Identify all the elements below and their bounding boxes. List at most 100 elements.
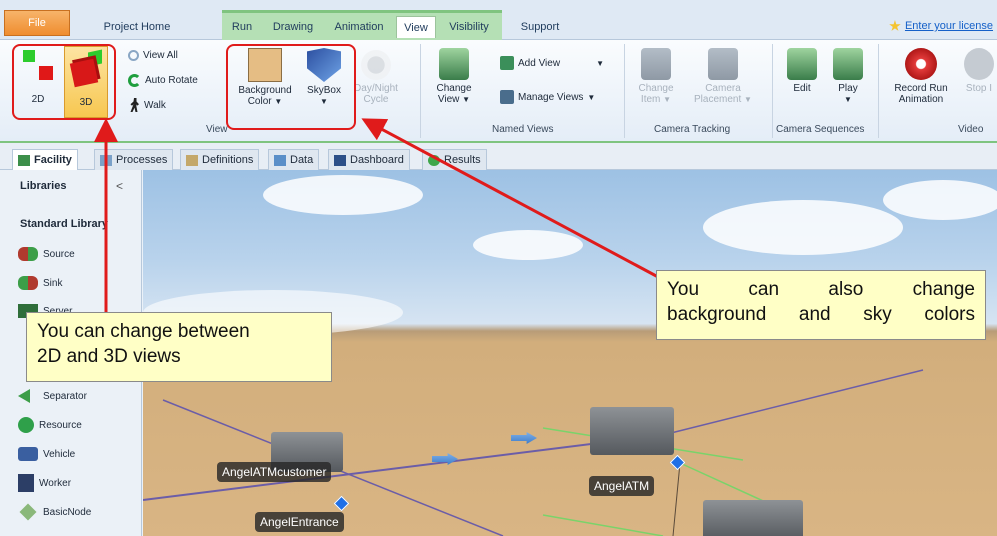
manage-views-button[interactable]: Manage Views ▼: [500, 90, 595, 104]
library-item-resource[interactable]: Resource: [18, 414, 82, 436]
tab-definitions[interactable]: Definitions: [180, 149, 260, 170]
stop-icon: [964, 48, 994, 80]
group-separator: [420, 44, 421, 138]
record-icon: [905, 48, 937, 80]
stop-recording-button[interactable]: Stop I: [962, 48, 996, 94]
change-item-label-1: Change: [638, 83, 674, 94]
change-view-button[interactable]: Change View ▼: [432, 48, 476, 105]
camera-placement-label-1: Camera: [705, 83, 741, 94]
tab-support[interactable]: Support: [510, 16, 570, 38]
walk-icon: [130, 98, 139, 112]
tab-data-label: Data: [290, 154, 314, 166]
library-item-vehicle[interactable]: Vehicle: [18, 443, 75, 465]
view-group-label: View: [206, 124, 228, 135]
play-sequence-icon: [833, 48, 863, 80]
play-sequence-button[interactable]: Play ▼: [828, 48, 868, 105]
auto-rotate-label: Auto Rotate: [145, 75, 198, 86]
record-label-2: Animation: [898, 94, 944, 105]
tab-animation[interactable]: Animation: [326, 16, 392, 38]
ribbon-tab-strip: File Project Home Run Drawing Animation …: [0, 0, 997, 40]
library-item-source[interactable]: Source: [18, 243, 75, 265]
highlight-background-skybox: [226, 44, 356, 130]
library-item-label: Vehicle: [43, 448, 76, 460]
tab-definitions-label: Definitions: [202, 154, 254, 166]
change-view-label-2: View ▼: [437, 94, 471, 105]
library-item-separator[interactable]: Separator: [18, 385, 87, 407]
day-night-cycle-button[interactable]: Day/Night Cycle: [354, 50, 398, 105]
library-item-label: Separator: [43, 390, 87, 402]
license-link[interactable]: Enter your license: [889, 20, 993, 32]
separator-icon: [18, 389, 30, 403]
machine-object[interactable]: [703, 500, 803, 536]
tab-results[interactable]: Results: [422, 149, 487, 170]
group-separator: [624, 44, 625, 138]
callout-right-line-1: You can also change: [667, 279, 975, 300]
library-item-label: Source: [43, 248, 75, 260]
processes-icon: [100, 154, 112, 166]
document-tabs: Facility Processes Definitions Data Dash…: [0, 143, 997, 170]
callout-background-sky: You can also change background and sky c…: [656, 270, 986, 340]
change-view-label-1: Change: [436, 83, 472, 94]
worker-icon: [18, 474, 34, 492]
named-views-group-label: Named Views: [492, 124, 554, 135]
change-item-button[interactable]: Change Item ▼: [634, 48, 678, 105]
tab-results-label: Results: [444, 154, 481, 166]
tab-run[interactable]: Run: [224, 16, 260, 38]
walk-button[interactable]: Walk: [130, 98, 166, 112]
camera-placement-button[interactable]: Camera Placement ▼: [690, 48, 756, 105]
tab-dashboard[interactable]: Dashboard: [328, 149, 410, 170]
label-angel-atm[interactable]: AngelATM: [589, 476, 655, 496]
edit-sequence-button[interactable]: Edit: [782, 48, 822, 94]
tab-processes[interactable]: Processes: [94, 149, 174, 170]
callout-right-line-2: background and sky colors: [667, 304, 975, 325]
edit-sequence-label: Edit: [793, 83, 811, 94]
file-tab[interactable]: File: [4, 10, 70, 36]
tab-drawing[interactable]: Drawing: [264, 16, 322, 38]
definitions-icon: [186, 154, 198, 166]
library-item-label: Worker: [39, 477, 72, 489]
ribbon: 2D 3D View All Auto Rotate Walk Backgrou…: [0, 40, 997, 143]
chevron-down-icon: ▼: [844, 95, 852, 104]
tab-view[interactable]: View: [396, 16, 436, 38]
auto-rotate-button[interactable]: Auto Rotate: [128, 74, 198, 87]
label-angel-entrance[interactable]: AngelEntrance: [255, 512, 344, 532]
node-diamond-icon[interactable]: [333, 495, 350, 512]
tab-facility[interactable]: Facility: [12, 149, 78, 170]
group-separator: [772, 44, 773, 138]
camera-placement-label-2: Placement ▼: [694, 94, 752, 105]
label-angel-atm-customer[interactable]: AngelATMcustomer: [217, 462, 332, 482]
view-all-button[interactable]: View All: [128, 50, 178, 61]
library-item-label: Sink: [43, 277, 63, 289]
tab-processes-label: Processes: [116, 154, 168, 166]
basic-node-icon: [19, 503, 37, 521]
tab-facility-label: Facility: [34, 154, 72, 166]
facility-icon: [18, 154, 30, 166]
atm-object[interactable]: [590, 407, 674, 455]
library-item-worker[interactable]: Worker: [18, 472, 71, 494]
sink-icon: [18, 276, 38, 290]
collapse-sidebar-button[interactable]: <: [116, 179, 123, 193]
path-arrow-icon: [432, 453, 458, 465]
standard-library-header: Standard Library: [20, 218, 109, 230]
group-separator: [878, 44, 879, 138]
cloud: [263, 175, 423, 215]
sun-icon: [361, 50, 391, 80]
edit-sequence-icon: [787, 48, 817, 80]
add-view-button[interactable]: Add View ▼: [500, 56, 604, 70]
manage-views-label: Manage Views: [518, 91, 584, 103]
tab-visibility[interactable]: Visibility: [440, 16, 498, 38]
cloud: [883, 180, 997, 220]
library-item-sink[interactable]: Sink: [18, 272, 62, 294]
walk-label: Walk: [144, 99, 166, 111]
path-arrow-icon: [511, 432, 537, 444]
tab-project-home[interactable]: Project Home: [92, 16, 182, 38]
node-diamond-icon[interactable]: [669, 454, 686, 471]
record-label-1: Record Run: [894, 83, 948, 94]
chevron-down-icon: ▼: [587, 92, 596, 102]
callout-left-line-2: 2D and 3D views: [37, 346, 181, 367]
vehicle-icon: [18, 447, 38, 461]
library-item-basicnode[interactable]: BasicNode: [18, 501, 91, 523]
record-run-animation-button[interactable]: Record Run Animation: [886, 48, 956, 105]
tab-data[interactable]: Data: [268, 149, 320, 170]
video-group-label: Video: [958, 124, 984, 135]
